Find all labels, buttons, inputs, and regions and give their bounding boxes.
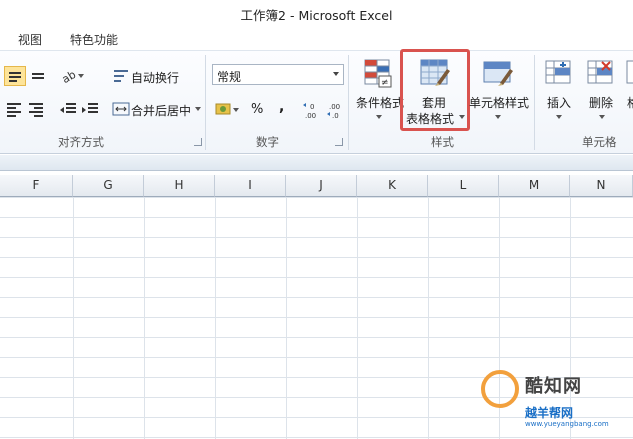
gridline <box>357 197 358 439</box>
gridline <box>73 197 74 439</box>
column-header-g[interactable]: G <box>73 175 144 197</box>
increase-indent-icon <box>82 103 98 113</box>
increase-decimal-button[interactable]: 0.00 <box>302 100 322 120</box>
wrap-text-button[interactable]: 自动换行 <box>131 69 179 86</box>
increase-indent-button[interactable] <box>80 100 100 118</box>
align-top-icon <box>9 72 21 82</box>
align-left-icon <box>7 103 21 117</box>
svg-text:.00: .00 <box>329 103 340 111</box>
delete-dropdown-icon[interactable] <box>599 115 605 119</box>
gridline <box>144 197 145 439</box>
percent-style-button[interactable]: % <box>251 102 263 117</box>
group-label-number: 数字 <box>256 135 279 149</box>
column-header-k[interactable]: K <box>357 175 428 197</box>
text-orientation-icon: ab <box>60 68 84 86</box>
orientation-button[interactable]: ab <box>60 67 86 86</box>
delete-button[interactable]: 删除 <box>589 94 613 111</box>
watermark-sub: 越羊帮网 <box>525 406 574 420</box>
format-cells-icon <box>625 57 633 89</box>
align-right-icon <box>29 103 43 117</box>
watermark-url: www.yueyangbang.com <box>525 420 609 428</box>
align-middle-button[interactable] <box>28 67 48 85</box>
align-right-button[interactable] <box>26 100 46 118</box>
cell-styles-icon <box>482 57 514 89</box>
column-header-j[interactable]: J <box>286 175 357 197</box>
watermark-logo-icon <box>481 370 519 408</box>
tab-special-features[interactable]: 特色功能 <box>70 31 118 48</box>
group-label-cells: 单元格 <box>582 135 617 149</box>
chevron-down-icon <box>333 72 339 76</box>
column-header-i[interactable]: I <box>215 175 286 197</box>
number-dialog-launcher-icon[interactable] <box>335 138 343 146</box>
separator <box>205 55 206 150</box>
column-header-f[interactable]: F <box>0 175 73 197</box>
svg-text:0: 0 <box>310 103 314 111</box>
decrease-indent-icon <box>60 103 76 113</box>
column-header-h[interactable]: H <box>144 175 215 197</box>
merge-center-dropdown-icon[interactable] <box>195 107 201 111</box>
format-button[interactable]: 格 <box>627 94 633 111</box>
align-top-button[interactable] <box>4 66 26 86</box>
accounting-format-button[interactable] <box>214 100 240 118</box>
insert-cells-icon <box>543 57 575 89</box>
merge-center-icon <box>112 100 130 118</box>
cell-styles-button[interactable]: 单元格样式 <box>469 94 529 111</box>
insert-dropdown-icon[interactable] <box>556 115 562 119</box>
svg-text:.00: .00 <box>305 112 316 120</box>
number-format-value: 常规 <box>217 70 242 84</box>
svg-text:≠: ≠ <box>381 78 389 88</box>
currency-icon <box>215 103 239 115</box>
column-header-m[interactable]: M <box>499 175 570 197</box>
formula-bar-area <box>0 155 633 171</box>
tab-view[interactable]: 视图 <box>18 31 42 48</box>
number-format-select[interactable]: 常规 <box>212 64 344 85</box>
decrease-indent-button[interactable] <box>58 100 78 118</box>
conditional-formatting-icon: ≠ <box>362 57 394 89</box>
watermark-brand: 酷知网 <box>525 376 582 397</box>
increase-decimal-icon: 0.00 <box>303 103 316 120</box>
column-header-l[interactable]: L <box>428 175 499 197</box>
group-label-alignment: 对齐方式 <box>58 135 104 149</box>
conditional-formatting-dropdown-icon[interactable] <box>376 115 382 119</box>
separator <box>534 55 535 150</box>
group-label-styles: 样式 <box>431 135 454 149</box>
wrap-text-icon <box>112 67 130 85</box>
cell-styles-dropdown-icon[interactable] <box>495 115 501 119</box>
merge-center-button[interactable]: 合并后居中 <box>131 102 191 119</box>
column-header-n[interactable]: N <box>570 175 633 197</box>
align-middle-icon <box>32 73 44 79</box>
gridline <box>286 197 287 439</box>
gridline <box>428 197 429 439</box>
align-left-button[interactable] <box>4 100 24 118</box>
svg-text:ab: ab <box>60 68 78 85</box>
comma-style-button[interactable]: , <box>279 99 284 115</box>
conditional-formatting-button[interactable]: 条件格式 <box>356 94 404 111</box>
svg-text:.0: .0 <box>332 112 339 120</box>
insert-button[interactable]: 插入 <box>547 94 571 111</box>
window-title: 工作簿2 - Microsoft Excel <box>240 8 393 23</box>
watermark: 酷知网 越羊帮网 www.yueyangbang.com <box>473 360 623 435</box>
alignment-dialog-launcher-icon[interactable] <box>194 138 202 146</box>
decrease-decimal-icon: .00.0 <box>327 103 340 120</box>
decrease-decimal-button[interactable]: .00.0 <box>326 100 346 120</box>
gridline <box>215 197 216 439</box>
highlight-box <box>400 49 470 131</box>
separator <box>348 55 349 150</box>
delete-cells-icon <box>585 57 617 89</box>
